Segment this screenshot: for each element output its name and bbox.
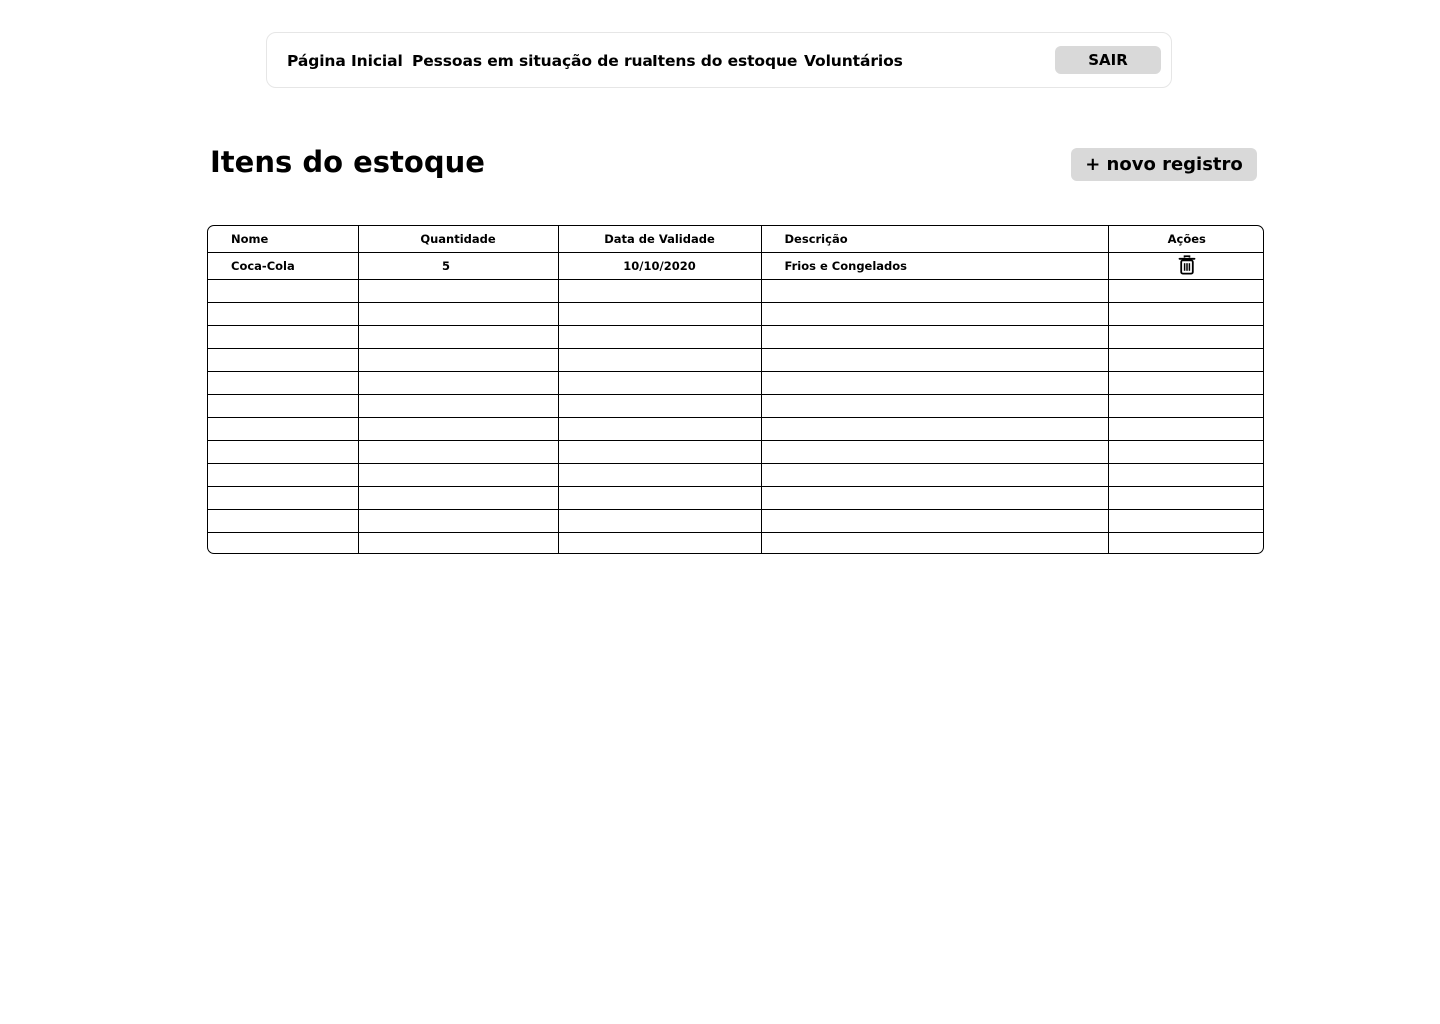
- cell-actions: [1108, 486, 1263, 510]
- cell-name: [208, 463, 359, 487]
- table-row: [208, 325, 1263, 349]
- cell-actions: [1108, 394, 1263, 418]
- cell-description: [761, 417, 1109, 441]
- cell-name: [208, 325, 359, 349]
- cell-actions: [1108, 325, 1263, 349]
- table-row: [208, 486, 1263, 510]
- cell-quantity: [358, 463, 559, 487]
- cell-quantity: [358, 302, 559, 326]
- table-row: [208, 463, 1263, 487]
- cell-quantity: 5: [358, 252, 559, 280]
- cell-expiry-date: [558, 302, 762, 326]
- cell-name: [208, 394, 359, 418]
- cell-expiry-date: [558, 371, 762, 395]
- cell-quantity: [358, 417, 559, 441]
- cell-description: [761, 325, 1109, 349]
- cell-actions: [1108, 463, 1263, 487]
- cell-name: [208, 279, 359, 303]
- nav-link-stock-items[interactable]: Itens do estoque: [652, 51, 797, 71]
- cell-description: [761, 440, 1109, 464]
- cell-expiry-date: [558, 463, 762, 487]
- cell-quantity: [358, 509, 559, 533]
- column-header-name: Nome: [208, 226, 359, 253]
- column-header-actions: Ações: [1108, 226, 1263, 253]
- table-header-row: Nome Quantidade Data de Validade Descriç…: [208, 226, 1263, 253]
- cell-expiry-date: [558, 279, 762, 303]
- cell-description: [761, 302, 1109, 326]
- cell-quantity: [358, 532, 559, 553]
- cell-actions: [1108, 252, 1263, 280]
- cell-quantity: [358, 279, 559, 303]
- page-title: Itens do estoque: [210, 145, 485, 179]
- nav-link-volunteers[interactable]: Voluntários: [804, 51, 903, 71]
- cell-name: [208, 509, 359, 533]
- table-row: [208, 394, 1263, 418]
- cell-actions: [1108, 533, 1263, 554]
- cell-description: [761, 348, 1109, 372]
- cell-description: [761, 486, 1109, 510]
- cell-expiry-date: [558, 509, 762, 533]
- top-navbar: Página Inicial Pessoas em situação de ru…: [266, 32, 1172, 88]
- cell-description: [761, 371, 1109, 395]
- cell-expiry-date: [558, 394, 762, 418]
- cell-description: [761, 279, 1109, 303]
- cell-name: [208, 486, 359, 510]
- cell-name: [208, 417, 359, 441]
- column-header-quantity: Quantidade: [358, 226, 559, 253]
- cell-description: [761, 532, 1109, 553]
- nav-link-home[interactable]: Página Inicial: [287, 51, 403, 71]
- table-row: [208, 417, 1263, 441]
- cell-quantity: [358, 486, 559, 510]
- cell-expiry-date: [558, 440, 762, 464]
- cell-name: [208, 440, 359, 464]
- cell-quantity: [358, 440, 559, 464]
- cell-actions: [1108, 509, 1263, 533]
- logout-button[interactable]: SAIR: [1055, 46, 1161, 74]
- cell-actions: [1108, 417, 1263, 441]
- table-row: [208, 302, 1263, 326]
- table-row: [208, 279, 1263, 303]
- cell-description: Frios e Congelados: [761, 252, 1109, 280]
- cell-actions: [1108, 279, 1263, 303]
- cell-name: [208, 371, 359, 395]
- cell-description: [761, 463, 1109, 487]
- cell-actions: [1108, 302, 1263, 326]
- cell-expiry-date: 10/10/2020: [558, 252, 762, 280]
- cell-name: [208, 532, 359, 553]
- cell-description: [761, 394, 1109, 418]
- column-header-expiry-date: Data de Validade: [558, 226, 762, 253]
- stock-table-container: Nome Quantidade Data de Validade Descriç…: [207, 225, 1264, 554]
- table-row: [208, 440, 1263, 464]
- nav-link-homeless-people[interactable]: Pessoas em situação de rua: [412, 51, 653, 71]
- cell-quantity: [358, 394, 559, 418]
- cell-quantity: [358, 371, 559, 395]
- table-row: [208, 509, 1263, 533]
- trash-icon[interactable]: [1178, 254, 1196, 278]
- cell-expiry-date: [558, 325, 762, 349]
- table-row: [208, 348, 1263, 372]
- cell-quantity: [358, 325, 559, 349]
- cell-expiry-date: [558, 486, 762, 510]
- table-row: Coca-Cola 5 10/10/2020 Frios e Congelado…: [208, 252, 1263, 280]
- table-row: [208, 371, 1263, 395]
- cell-description: [761, 509, 1109, 533]
- cell-name: [208, 302, 359, 326]
- cell-expiry-date: [558, 348, 762, 372]
- cell-expiry-date: [558, 417, 762, 441]
- column-header-description: Descrição: [761, 226, 1109, 253]
- new-record-button[interactable]: + novo registro: [1071, 148, 1257, 181]
- cell-expiry-date: [558, 532, 762, 553]
- cell-actions: [1108, 348, 1263, 372]
- cell-name: [208, 348, 359, 372]
- cell-actions: [1108, 440, 1263, 464]
- cell-quantity: [358, 348, 559, 372]
- cell-name: Coca-Cola: [208, 252, 359, 280]
- stock-table: Nome Quantidade Data de Validade Descriç…: [208, 226, 1263, 554]
- table-row: [208, 532, 1263, 554]
- cell-actions: [1108, 371, 1263, 395]
